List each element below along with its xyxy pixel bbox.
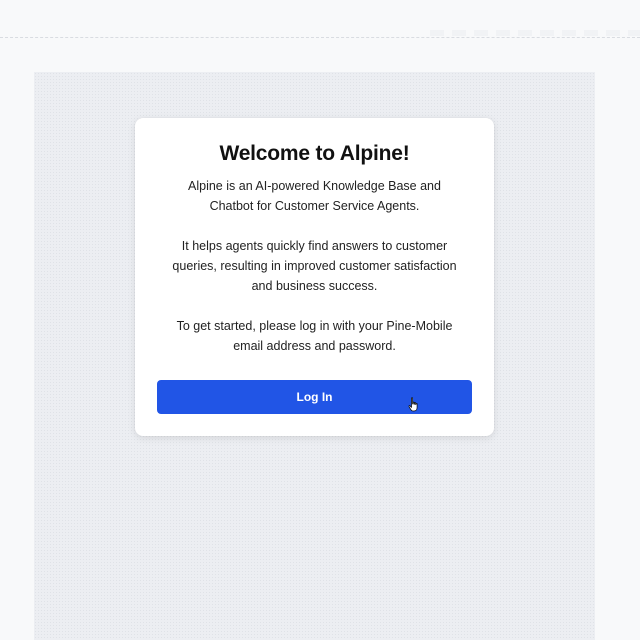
start-line-1: To get started, please log in with your … bbox=[176, 319, 453, 333]
help-text: It helps agents quickly find answers to … bbox=[157, 236, 472, 296]
welcome-title: Welcome to Alpine! bbox=[219, 142, 410, 165]
help-line-1: It helps agents quickly find answers to … bbox=[181, 239, 448, 253]
get-started-text: To get started, please log in with your … bbox=[157, 316, 472, 356]
help-line-2: queries, resulting in improved customer … bbox=[172, 259, 457, 273]
faint-header-strip bbox=[430, 30, 640, 36]
login-button[interactable]: Log In bbox=[157, 380, 472, 414]
help-line-3: and business success. bbox=[251, 279, 378, 293]
intro-line-1: Alpine is an AI-powered Knowledge Base a… bbox=[188, 179, 441, 193]
intro-text: Alpine is an AI-powered Knowledge Base a… bbox=[157, 176, 472, 216]
top-divider bbox=[0, 37, 640, 38]
start-line-2: email address and password. bbox=[233, 339, 396, 353]
welcome-card: Welcome to Alpine! Alpine is an AI-power… bbox=[135, 118, 494, 436]
intro-line-2: Chatbot for Customer Service Agents. bbox=[209, 199, 420, 213]
hand-pointer-icon bbox=[408, 397, 418, 412]
